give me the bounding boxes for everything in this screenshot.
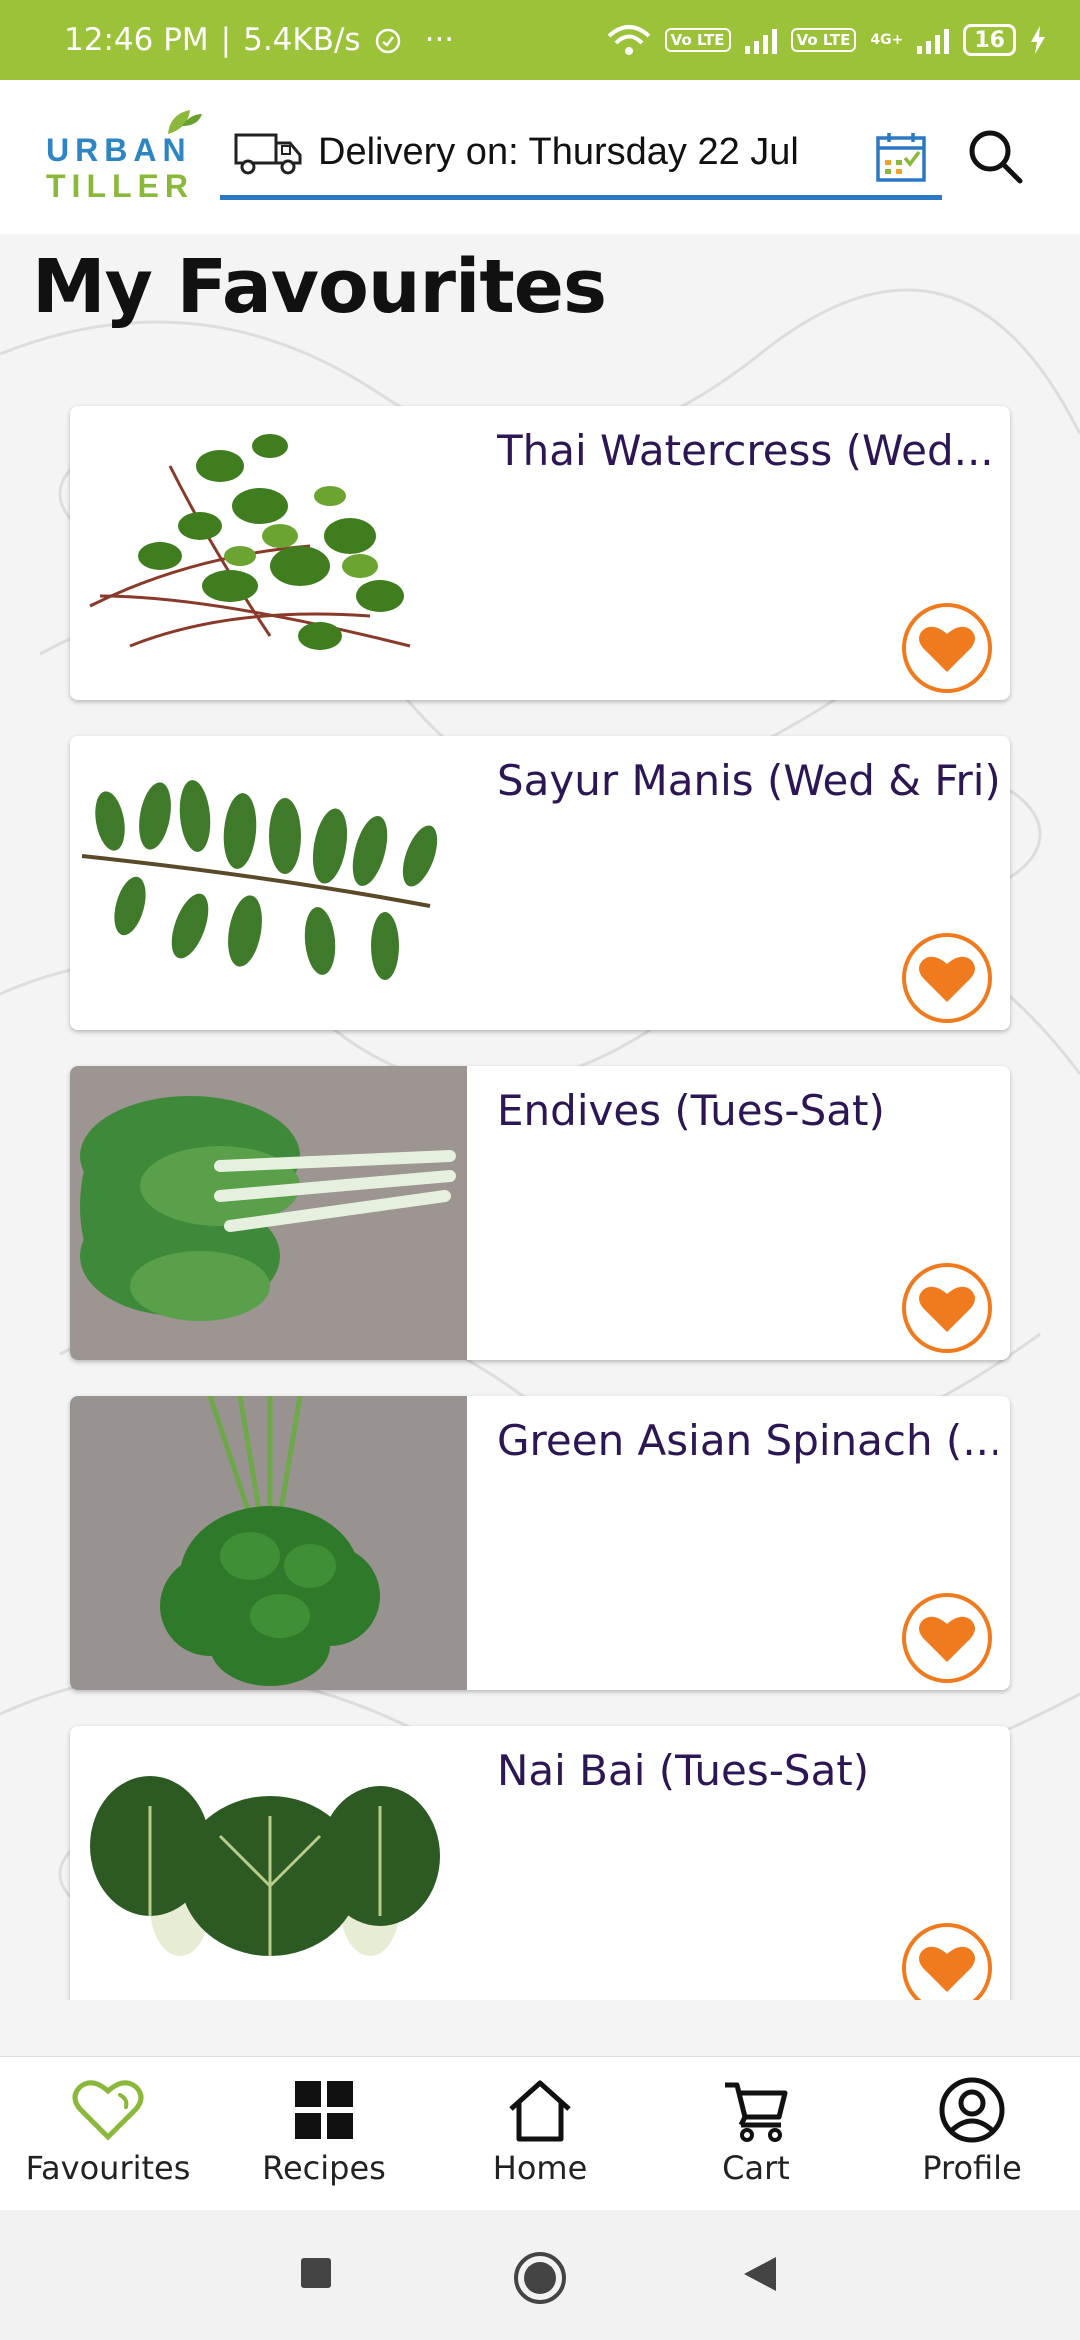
wifi-icon xyxy=(607,25,650,55)
nav-profile[interactable]: Profile xyxy=(864,2057,1080,2211)
favourite-heart-button[interactable] xyxy=(901,1922,993,2000)
bottom-navigation: Favourites Recipes Home Cart Profile xyxy=(0,2056,1080,2210)
delivery-date-selector[interactable]: Delivery on: Thursday 22 Jul xyxy=(220,110,942,200)
nav-home[interactable]: Home xyxy=(432,2057,648,2211)
product-image-nai-bai xyxy=(70,1726,467,2000)
product-image-endives xyxy=(70,1066,467,1360)
system-navigation-bar xyxy=(0,2210,1080,2340)
product-name[interactable]: Sayur Manis (Wed & Fri) xyxy=(497,756,997,805)
search-icon[interactable] xyxy=(965,126,1025,186)
grid-icon xyxy=(295,2081,353,2139)
favourite-heart-button[interactable] xyxy=(901,602,993,694)
status-time: 12:46 PM xyxy=(64,22,209,58)
home-icon xyxy=(509,2080,571,2142)
product-image-sayur-manis xyxy=(70,736,467,1030)
alarm-icon xyxy=(375,28,400,54)
recent-apps-icon[interactable] xyxy=(298,2255,334,2291)
product-name[interactable]: Nai Bai (Tues-Sat) xyxy=(497,1746,997,1795)
urban-tiller-logo[interactable]: URBAN TILLER xyxy=(46,108,206,208)
status-bar: 12:46 PM | 5.4KB/s ··· Vo LTE Vo LTE 4G+… xyxy=(0,0,1080,80)
favourite-card[interactable]: Nai Bai (Tues-Sat) xyxy=(70,1726,1010,2000)
truck-icon xyxy=(234,133,302,174)
favourite-card[interactable]: Thai Watercress (Wed... xyxy=(70,406,1010,700)
signal-icon-2 xyxy=(917,26,950,54)
charging-icon xyxy=(1031,26,1045,54)
nav-recipes[interactable]: Recipes xyxy=(216,2057,432,2211)
favourite-heart-button[interactable] xyxy=(901,1592,993,1684)
favourite-heart-button[interactable] xyxy=(901,1262,993,1354)
status-more: ··· xyxy=(424,22,455,58)
product-image-spinach xyxy=(70,1396,467,1690)
favourites-list[interactable]: Thai Watercress (Wed... Sayur Manis (Wed… xyxy=(0,390,1080,2000)
calendar-icon[interactable] xyxy=(874,130,928,184)
battery-indicator: 16 xyxy=(963,24,1016,56)
nav-cart[interactable]: Cart xyxy=(648,2057,864,2211)
network-type: 4G+ xyxy=(870,32,904,48)
profile-icon xyxy=(939,2077,1005,2143)
cart-icon xyxy=(725,2082,788,2142)
volte-badge-2: Vo LTE xyxy=(790,28,857,52)
nav-favourites[interactable]: Favourites xyxy=(0,2057,216,2211)
back-icon[interactable] xyxy=(742,2255,778,2293)
favourite-card[interactable]: Green Asian Spinach (... xyxy=(70,1396,1010,1690)
product-name[interactable]: Thai Watercress (Wed... xyxy=(497,426,997,475)
page-title: My Favourites xyxy=(32,244,607,330)
app-header: URBAN TILLER Delivery on: Thursday 22 Ju… xyxy=(0,80,1080,234)
product-image-watercress xyxy=(70,406,467,700)
signal-icon-1 xyxy=(744,26,777,54)
product-name[interactable]: Endives (Tues-Sat) xyxy=(497,1086,997,1135)
delivery-date-text: Delivery on: Thursday 22 Jul xyxy=(318,131,799,173)
favourite-heart-button[interactable] xyxy=(901,932,993,1024)
status-speed: 5.4KB/s xyxy=(243,22,361,58)
favourite-card[interactable]: Sayur Manis (Wed & Fri) xyxy=(70,736,1010,1030)
product-name[interactable]: Green Asian Spinach (... xyxy=(497,1416,997,1465)
volte-badge-1: Vo LTE xyxy=(664,28,731,52)
heart-icon xyxy=(72,2080,144,2141)
favourite-card[interactable]: Endives (Tues-Sat) xyxy=(70,1066,1010,1360)
home-button-icon[interactable] xyxy=(512,2250,568,2306)
